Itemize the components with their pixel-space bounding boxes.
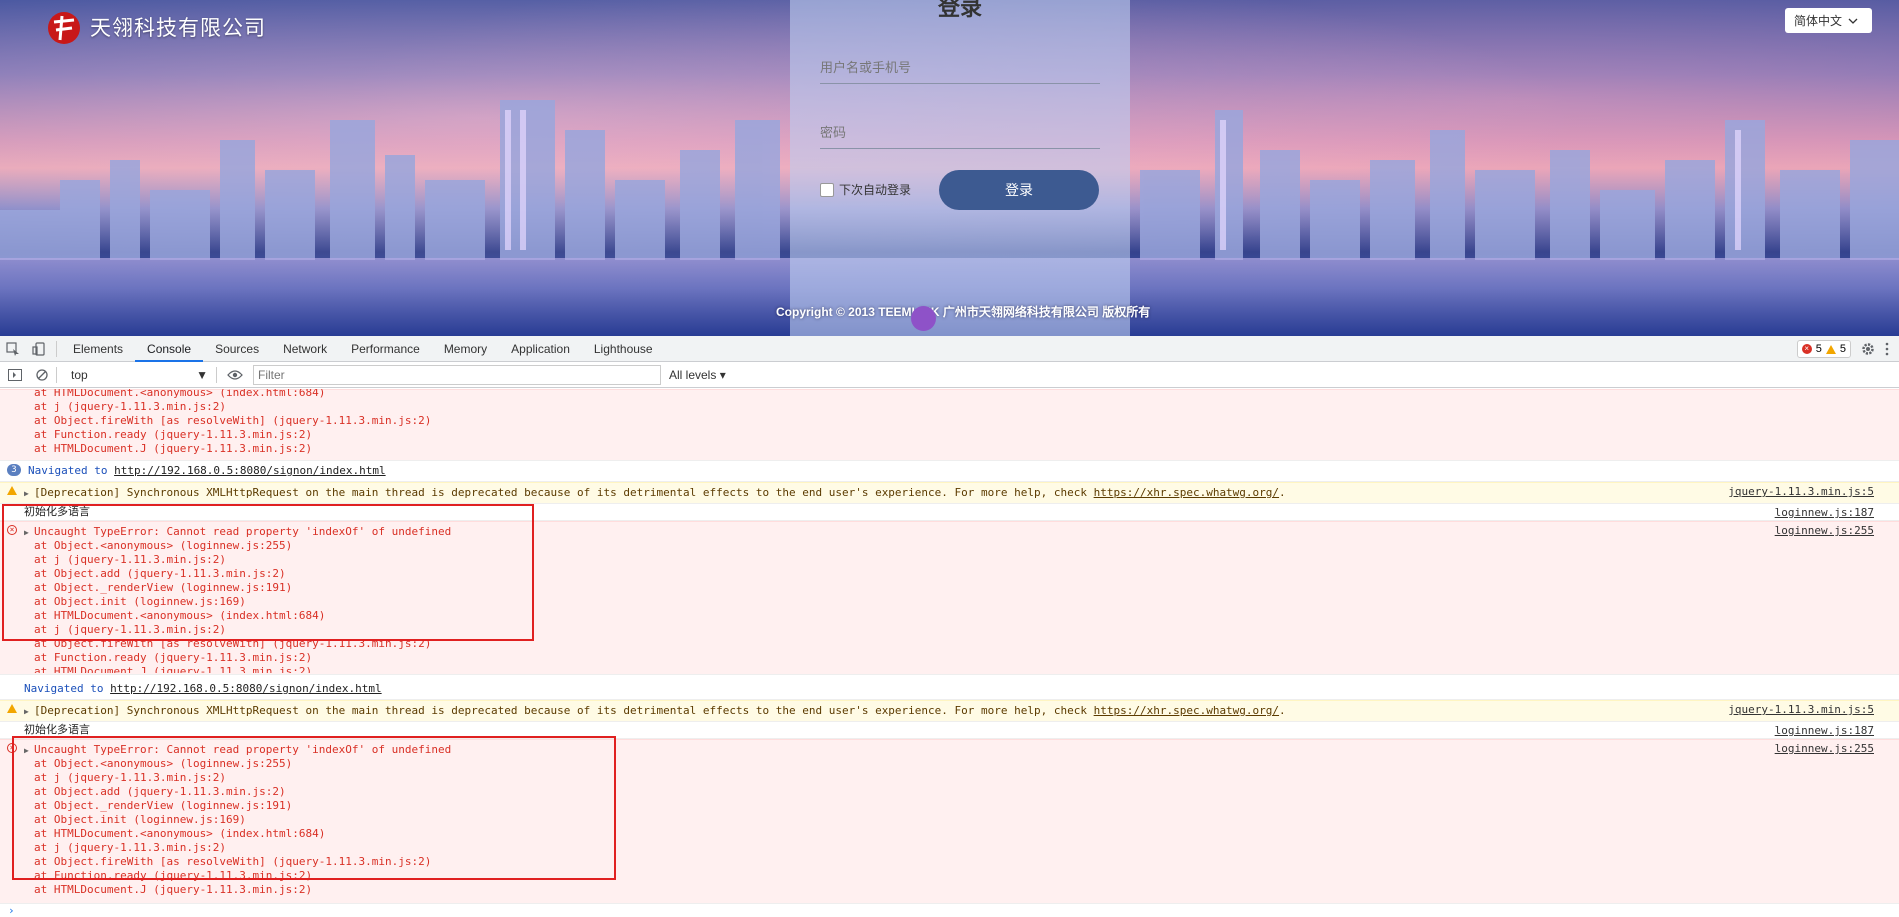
- stack-line: at HTMLDocument.J (jquery-1.11.3.min.js:…: [34, 442, 313, 455]
- devtools-right-controls: × 5 5: [1796, 336, 1899, 362]
- message-source-link[interactable]: jquery-1.11.3.min.js:5: [1728, 485, 1874, 498]
- copyright-text: Copyright © 2013 TEEMLINK 广州市天翎网络科技有限公司 …: [776, 305, 1151, 319]
- expand-caret-icon[interactable]: ▶: [24, 487, 34, 501]
- divider: [56, 366, 57, 383]
- message-source-link[interactable]: loginnew.js:187: [1775, 506, 1874, 519]
- warning-help-link[interactable]: https://xhr.spec.whatwg.org/: [1094, 486, 1279, 499]
- devtools-panel: Elements Console Sources Network Perform…: [0, 336, 1899, 917]
- warning-icon: [7, 704, 17, 713]
- floating-circle-icon[interactable]: [911, 306, 936, 331]
- tab-sources[interactable]: Sources: [203, 336, 271, 362]
- message-source-link[interactable]: loginnew.js:255: [1775, 742, 1874, 755]
- stack-line: at Function.ready (jquery-1.11.3.min.js:…: [34, 651, 313, 664]
- inspect-element-icon[interactable]: [0, 336, 26, 362]
- username-input[interactable]: [820, 52, 1100, 84]
- stack-line: at j (jquery-1.11.3.min.js:2): [34, 400, 227, 413]
- clear-console-icon[interactable]: [36, 368, 48, 381]
- console-navigation-message: Navigated to http://192.168.0.5:8080/sig…: [0, 679, 1899, 700]
- company-name: 天翎科技有限公司: [90, 17, 266, 40]
- repeat-count-badge: 3: [7, 464, 21, 476]
- warning-tail: .: [1279, 486, 1286, 499]
- console-warning: ▶ [Deprecation] Synchronous XMLHttpReques…: [0, 700, 1899, 722]
- warning-icon: [1825, 344, 1836, 354]
- warning-tail: .: [1279, 704, 1286, 717]
- highlight-box: [2, 504, 534, 641]
- logo-mark-icon: [46, 8, 82, 46]
- login-panel: 登录 下次自动登录 登录: [790, 0, 1130, 336]
- log-levels-value: All levels: [669, 367, 717, 382]
- tab-console[interactable]: Console: [135, 336, 204, 362]
- eye-icon[interactable]: [227, 369, 243, 380]
- warning-text: [Deprecation] Synchronous XMLHttpRequest…: [34, 704, 1094, 717]
- navigation-url[interactable]: http://192.168.0.5:8080/signon/index.htm…: [114, 464, 386, 477]
- console-prompt[interactable]: ›: [0, 904, 1899, 917]
- login-button[interactable]: 登录: [939, 170, 1099, 210]
- console-toolbar: top ▼ All levels ▾: [0, 362, 1899, 388]
- devtools-tab-bar: Elements Console Sources Network Perform…: [0, 336, 1899, 362]
- tab-lighthouse[interactable]: Lighthouse: [582, 336, 665, 362]
- remember-label: 下次自动登录: [839, 183, 912, 197]
- stack-line: at HTMLDocument.J (jquery-1.11.3.min.js:…: [34, 665, 313, 673]
- message-source-link[interactable]: loginnew.js:255: [1775, 524, 1874, 537]
- message-source-link[interactable]: jquery-1.11.3.min.js:5: [1728, 703, 1874, 716]
- web-page: 天翎科技有限公司 简体中文 登录 下次自动登录 登录 Copyright © 2…: [0, 0, 1899, 336]
- tab-network[interactable]: Network: [271, 336, 339, 362]
- gear-icon[interactable]: [1861, 342, 1875, 356]
- company-logo: 天翎科技有限公司: [46, 8, 266, 46]
- navigation-url[interactable]: http://192.168.0.5:8080/signon/index.htm…: [110, 682, 382, 695]
- divider: [216, 366, 217, 383]
- language-value: 简体中文: [1794, 14, 1843, 28]
- sidebar-toggle-icon[interactable]: [8, 368, 22, 381]
- context-value: top: [71, 367, 88, 382]
- stack-line: at HTMLDocument.<anonymous> (index.html:…: [34, 389, 326, 399]
- warning-text: [Deprecation] Synchronous XMLHttpRequest…: [34, 486, 1094, 499]
- navigation-text: Navigated to: [28, 464, 115, 477]
- console-error-continued: at HTMLDocument.<anonymous> (index.html:…: [0, 389, 1899, 461]
- tab-elements[interactable]: Elements: [61, 336, 135, 362]
- expand-caret-icon[interactable]: ▶: [24, 705, 34, 719]
- tab-performance[interactable]: Performance: [339, 336, 432, 362]
- log-levels-select[interactable]: All levels ▾: [669, 368, 726, 382]
- error-count: 5: [1815, 343, 1822, 355]
- language-select[interactable]: 简体中文: [1785, 8, 1872, 33]
- stack-line: at Object.fireWith [as resolveWith] (jqu…: [34, 414, 432, 427]
- divider: [56, 340, 57, 357]
- highlight-box: [12, 736, 616, 880]
- dropdown-arrow-icon: ▼: [196, 367, 208, 382]
- login-title: 登录: [937, 0, 982, 20]
- device-toolbar-icon[interactable]: [26, 336, 52, 362]
- tab-memory[interactable]: Memory: [432, 336, 499, 362]
- navigation-text: Navigated to: [24, 682, 111, 695]
- remember-me[interactable]: 下次自动登录: [820, 181, 911, 198]
- message-source-link[interactable]: loginnew.js:187: [1775, 724, 1874, 737]
- error-icon: ×: [1801, 344, 1812, 354]
- more-options-icon[interactable]: [1885, 342, 1889, 356]
- password-input[interactable]: [820, 117, 1100, 149]
- tab-application[interactable]: Application: [499, 336, 582, 362]
- issue-counter[interactable]: × 5 5: [1796, 340, 1851, 358]
- warning-count: 5: [1839, 343, 1846, 355]
- chevron-down-icon: [1848, 18, 1858, 24]
- remember-checkbox[interactable]: [820, 182, 834, 197]
- stack-line: at Function.ready (jquery-1.11.3.min.js:…: [34, 428, 313, 441]
- stack-line: at HTMLDocument.J (jquery-1.11.3.min.js:…: [34, 883, 313, 896]
- warning-icon: [7, 486, 17, 495]
- console-warning: ▶ [Deprecation] Synchronous XMLHttpReques…: [0, 482, 1899, 504]
- console-navigation-message: 3 Navigated to http://192.168.0.5:8080/s…: [0, 461, 1899, 482]
- warning-help-link[interactable]: https://xhr.spec.whatwg.org/: [1094, 704, 1279, 717]
- filter-input[interactable]: [253, 364, 661, 385]
- log-text: 初始化多语言: [24, 723, 90, 736]
- context-select[interactable]: top ▼: [67, 368, 212, 382]
